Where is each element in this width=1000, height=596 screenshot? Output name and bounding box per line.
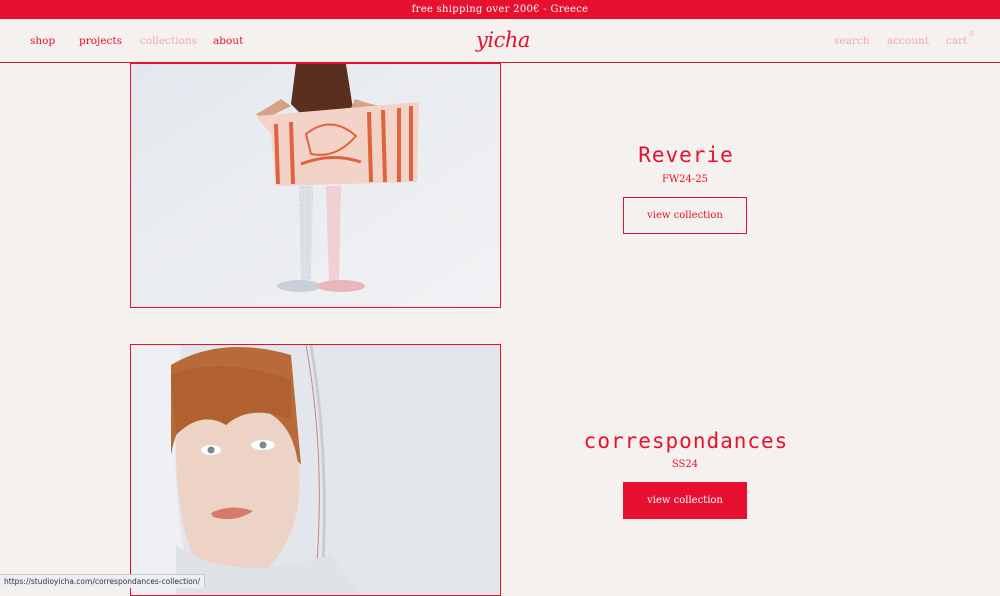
correspondances-image: [131, 345, 500, 595]
nav-shop[interactable]: shop: [30, 35, 55, 47]
collection-title[interactable]: Reverie: [600, 143, 772, 167]
nav-search[interactable]: search: [834, 35, 870, 47]
nav-cart[interactable]: cart 0: [946, 30, 974, 47]
view-collection-button[interactable]: view collection: [623, 197, 747, 234]
cart-label: cart: [946, 35, 968, 47]
nav-projects[interactable]: projects: [79, 35, 122, 47]
correspondances-photo[interactable]: [130, 344, 501, 596]
collection-season: SS24: [671, 459, 699, 470]
collection-title[interactable]: correspondances: [564, 429, 808, 453]
site-header: shop projects collections about yicha se…: [0, 19, 1000, 63]
nav-account[interactable]: account: [887, 35, 929, 47]
view-collection-button[interactable]: view collection: [623, 482, 747, 519]
promo-text: free shipping over 200€ - Greece: [411, 4, 589, 15]
collection-season: FW24-25: [661, 174, 709, 185]
promo-bar: free shipping over 200€ - Greece: [0, 0, 1000, 19]
reverie-photo[interactable]: [130, 63, 501, 308]
nav-collections[interactable]: collections: [140, 35, 197, 47]
reverie-image: [131, 64, 500, 307]
status-bar-url: https://studioyicha.com/correspondances-…: [0, 574, 206, 588]
site-logo[interactable]: yicha: [476, 28, 530, 52]
nav-about[interactable]: about: [213, 35, 243, 47]
cart-count: 0: [969, 30, 974, 38]
